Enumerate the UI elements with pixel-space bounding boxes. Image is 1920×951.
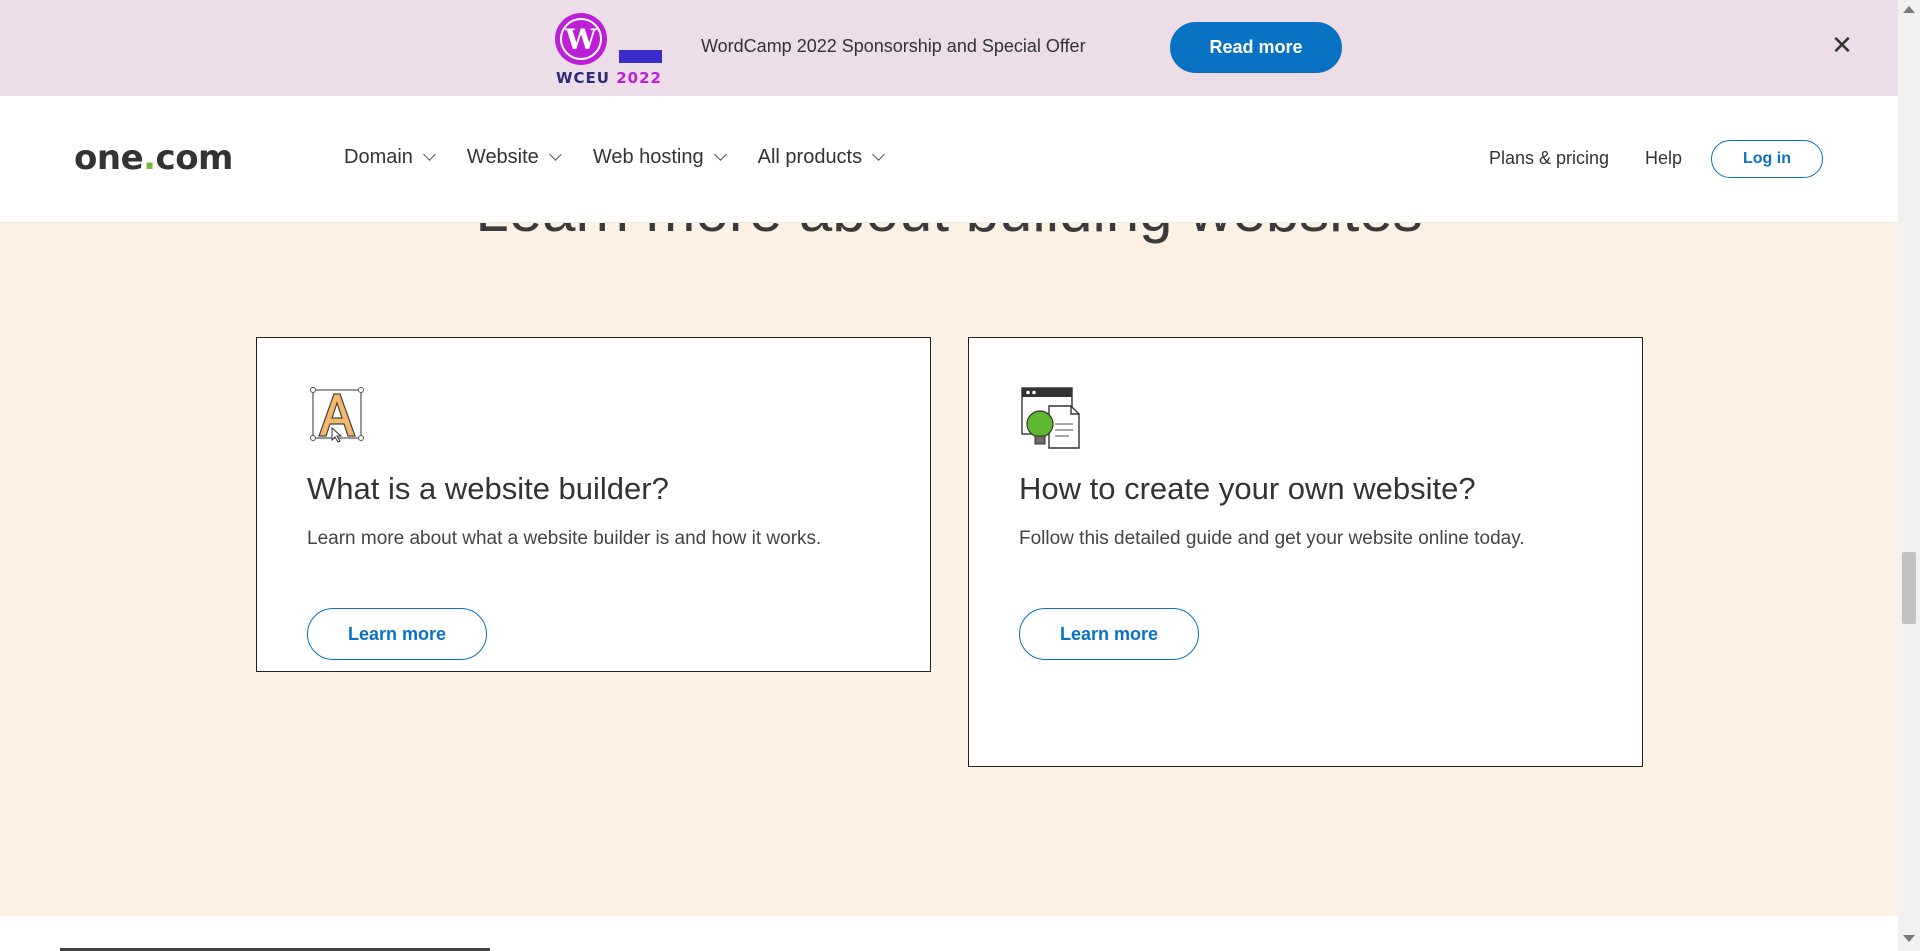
login-button[interactable]: Log in: [1711, 140, 1823, 178]
letter-a-editor-icon: [310, 387, 364, 443]
help-link[interactable]: Help: [1645, 148, 1682, 169]
card-description: Follow this detailed guide and get your …: [1019, 528, 1525, 549]
nav-item-label: Website: [466, 146, 539, 168]
main-nav: Domain Website Web hosting All products: [344, 146, 916, 169]
nav-item-label: All products: [757, 146, 863, 168]
wceu-logo-text-a: WCEU: [556, 69, 610, 87]
promo-banner: W WCEU 2022 WordCamp 2022 Sponsorship an…: [0, 0, 1898, 96]
scroll-up-arrow-icon[interactable]: [1903, 6, 1915, 13]
nav-item-website[interactable]: Website: [466, 146, 562, 169]
page-scrollbar[interactable]: [1898, 0, 1920, 951]
wceu-logo-text: WCEU 2022: [556, 69, 662, 87]
nav-item-web-hosting[interactable]: Web hosting: [592, 146, 727, 169]
next-section: [0, 916, 1898, 951]
read-more-button[interactable]: Read more: [1170, 22, 1342, 73]
chevron-down-icon: [872, 148, 885, 161]
article-card-website-builder: What is a website builder? Learn more ab…: [256, 337, 931, 672]
card-title: How to create your own website?: [1019, 471, 1476, 506]
chevron-down-icon: [713, 148, 727, 161]
nav-item-domain[interactable]: Domain: [344, 146, 436, 169]
nav-item-label: Domain: [344, 146, 413, 168]
scroll-thumb[interactable]: [1902, 552, 1916, 624]
card-title: What is a website builder?: [307, 471, 669, 506]
logo-part-com: com: [155, 138, 234, 178]
card-description: Learn more about what a website builder …: [307, 528, 822, 549]
plans-pricing-link[interactable]: Plans & pricing: [1489, 148, 1609, 169]
chevron-down-icon: [548, 148, 562, 161]
learn-more-button[interactable]: Learn more: [1019, 608, 1199, 660]
wceu-logo-text-b: 2022: [616, 69, 662, 87]
banner-message: WordCamp 2022 Sponsorship and Special Of…: [701, 36, 1086, 56]
logo-dot: .: [143, 138, 156, 178]
close-icon[interactable]: ✕: [1830, 33, 1854, 59]
lightbulb-document-icon: [1021, 387, 1080, 449]
site-logo[interactable]: one.com: [74, 138, 234, 178]
scroll-down-arrow-icon[interactable]: [1903, 935, 1915, 942]
nav-item-label: Web hosting: [592, 146, 704, 168]
wordpress-glyph: W: [560, 18, 602, 60]
logo-part-one: one: [74, 138, 144, 178]
site-header: one.com Domain Website Web hosting All p…: [0, 96, 1898, 223]
wordpress-logo-icon: W: [555, 13, 607, 65]
chevron-down-icon: [423, 148, 436, 161]
wceu-logo[interactable]: W WCEU 2022: [555, 13, 665, 87]
nav-item-all-products[interactable]: All products: [757, 146, 885, 169]
learn-more-button[interactable]: Learn more: [307, 608, 487, 660]
logo-bar: [619, 50, 662, 63]
article-card-create-website: How to create your own website? Follow t…: [968, 337, 1643, 767]
